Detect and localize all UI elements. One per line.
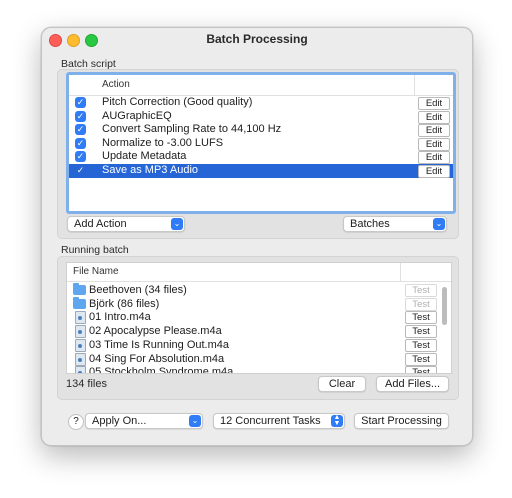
audio-file-icon (75, 325, 86, 339)
file-name: 04 Sing For Absolution.m4a (89, 352, 225, 365)
action-column-header[interactable]: Action (102, 79, 130, 90)
help-button[interactable]: ? (68, 414, 84, 430)
file-name: 05 Stockholm Syndrome.m4a (89, 366, 234, 374)
chevron-down-icon: ⌄ (171, 218, 183, 230)
add-files-button[interactable]: Add Files... (376, 376, 449, 392)
batch-processing-window: Batch Processing Batch script Action ✓ Pi… (41, 27, 473, 446)
action-enabled-checkbox[interactable]: ✓ (75, 151, 86, 163)
script-action-row[interactable]: ✓ Normalize to -3.00 LUFS Edit (69, 137, 453, 151)
test-file-button[interactable]: Test (405, 366, 437, 373)
batch-script-table[interactable]: Action ✓ Pitch Correction (Good quality) E… (66, 72, 456, 214)
apply-on-popup[interactable]: Apply On... ⌄ (85, 413, 203, 429)
script-action-row[interactable]: ✓ Save as MP3 Audio Edit (69, 164, 453, 178)
file-list-row[interactable]: Björk (86 files) Test (67, 296, 451, 311)
file-list-row[interactable]: 05 Stockholm Syndrome.m4a Test (67, 365, 451, 374)
test-file-button[interactable]: Test (405, 325, 437, 339)
action-label: Update Metadata (102, 150, 187, 163)
file-count: 134 files (66, 378, 107, 390)
file-name: Beethoven (34 files) (89, 284, 187, 296)
action-label: Convert Sampling Rate to 44,100 Hz (102, 123, 282, 136)
action-enabled-checkbox[interactable]: ✓ (75, 137, 86, 149)
clear-button[interactable]: Clear (318, 376, 366, 392)
file-name: 01 Intro.m4a (89, 311, 151, 324)
script-action-row[interactable]: ✓ Pitch Correction (Good quality) Edit (69, 96, 453, 110)
action-label: Normalize to -3.00 LUFS (102, 136, 224, 149)
window-title: Batch Processing (206, 32, 308, 46)
edit-action-button[interactable]: Edit (418, 137, 450, 151)
edit-action-button[interactable]: Edit (418, 151, 450, 165)
audio-file-icon (75, 338, 86, 352)
folder-icon (73, 296, 86, 309)
file-list-scrollbar[interactable] (442, 285, 448, 370)
script-table-header: Action (69, 75, 453, 96)
audio-file-icon (75, 366, 86, 373)
edit-action-button[interactable]: Edit (418, 124, 450, 138)
action-enabled-checkbox[interactable]: ✓ (75, 110, 86, 122)
running-batch-label: Running batch (61, 244, 129, 256)
test-file-button[interactable]: Test (405, 338, 437, 352)
script-action-row[interactable]: ✓ Convert Sampling Rate to 44,100 Hz Edit (69, 123, 453, 138)
file-list-row[interactable]: 02 Apocalypse Please.m4a Test (67, 324, 451, 339)
action-enabled-checkbox[interactable]: ✓ (75, 97, 86, 108)
edit-action-button[interactable]: Edit (418, 97, 450, 110)
column-separator (414, 75, 415, 95)
audio-file-icon (75, 311, 86, 325)
edit-action-button[interactable]: Edit (418, 110, 450, 124)
file-list-row[interactable]: 04 Sing For Absolution.m4a Test (67, 352, 451, 366)
action-enabled-checkbox[interactable]: ✓ (75, 165, 86, 176)
add-action-label: Add Action (74, 218, 127, 230)
file-name: 02 Apocalypse Please.m4a (89, 325, 222, 338)
running-batch-file-list[interactable]: File Name Beethoven (34 files) Test Björk … (66, 262, 452, 374)
test-file-button[interactable]: Test (405, 352, 437, 366)
scroll-thumb[interactable] (442, 287, 447, 325)
edit-action-button[interactable]: Edit (418, 165, 450, 178)
folder-icon (73, 283, 86, 295)
audio-file-icon (75, 352, 86, 366)
batches-label: Batches (350, 218, 390, 230)
action-label: Save as MP3 Audio (102, 164, 199, 176)
test-file-button[interactable]: Test (405, 311, 437, 325)
script-action-row[interactable]: ✓ Update Metadata Edit (69, 150, 453, 165)
file-list-row[interactable]: 01 Intro.m4a Test (67, 310, 451, 325)
up-down-chevron-icon: ▲ ▼ (331, 414, 343, 427)
action-enabled-checkbox[interactable]: ✓ (75, 124, 86, 136)
column-separator (400, 263, 401, 281)
concurrent-tasks-label: 12 Concurrent Tasks (220, 415, 321, 427)
chevron-down-icon: ⌄ (189, 415, 201, 427)
test-file-button[interactable]: Test (405, 284, 437, 297)
file-list-row[interactable]: 03 Time Is Running Out.m4a Test (67, 338, 451, 352)
action-label: Pitch Correction (Good quality) (102, 96, 253, 108)
start-processing-button[interactable]: Start Processing (354, 413, 449, 429)
title-bar[interactable]: Batch Processing (42, 28, 472, 50)
file-name: Björk (86 files) (89, 297, 160, 310)
add-action-popup[interactable]: Add Action ⌄ (67, 216, 185, 232)
apply-on-label: Apply On... (92, 415, 147, 427)
batches-popup[interactable]: Batches ⌄ (343, 216, 447, 232)
script-action-row[interactable]: ✓ AUGraphicEQ Edit (69, 110, 453, 124)
file-name-column-header[interactable]: File Name (73, 266, 119, 277)
file-list-row[interactable]: Beethoven (34 files) Test (67, 283, 451, 297)
action-label: AUGraphicEQ (102, 109, 172, 122)
file-name: 03 Time Is Running Out.m4a (89, 338, 230, 351)
concurrent-tasks-popup[interactable]: 12 Concurrent Tasks ▲ ▼ (213, 413, 345, 429)
chevron-down-icon: ⌄ (433, 218, 445, 230)
file-list-header: File Name (67, 263, 451, 282)
test-file-button[interactable]: Test (405, 297, 437, 311)
